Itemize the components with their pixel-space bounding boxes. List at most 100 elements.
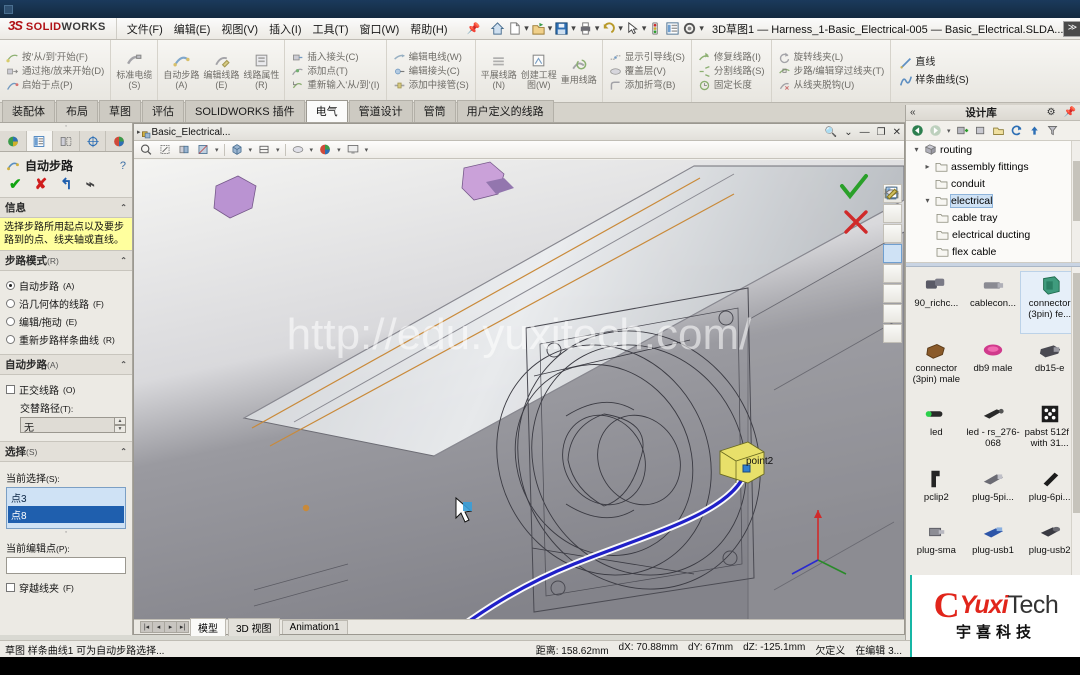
tree-item-cable-tray[interactable]: cable tray (906, 209, 1080, 226)
hide-show-dropdown-icon[interactable]: ▾ (310, 146, 314, 154)
library-item[interactable]: plug-usb2 (1021, 519, 1078, 569)
twisty-icon[interactable]: ▸ (923, 162, 932, 171)
tree-item-electrical-ducting[interactable]: electrical ducting (906, 226, 1080, 243)
ribbon-item-add-bend[interactable]: 添加折弯(B) (609, 79, 685, 92)
menu-item-file[interactable]: 文件(F) (127, 21, 163, 37)
feature-manager-tab[interactable] (0, 131, 27, 151)
property-manager-tab[interactable] (26, 131, 54, 151)
ribbon-item-rotate-clip[interactable]: 旋转线夹(L) (778, 51, 885, 64)
ribbon-item-edit-wire[interactable]: 编辑电线(W) (393, 51, 469, 64)
checkbox-orthogonal-route[interactable]: 正交线路 (O) (6, 382, 126, 397)
display-style-dropdown-icon[interactable]: ▾ (276, 146, 280, 154)
ribbon-item-line[interactable]: 直线 (899, 56, 968, 69)
tab-solidworks-addins[interactable]: SOLIDWORKS 插件 (185, 100, 305, 122)
filter-icon[interactable] (1046, 124, 1059, 137)
gear-icon[interactable]: ⚙ (1043, 107, 1060, 118)
ribbon-item-auto-route[interactable]: 自动步路(A) (161, 42, 201, 100)
search-scope-icon[interactable]: ≫ (1064, 21, 1080, 36)
list-item[interactable]: 点3 (8, 489, 124, 506)
sheet-nav-buttons[interactable]: |◂ ◂ ▸ ▸| (140, 621, 189, 633)
dimxpert-manager-tab[interactable] (80, 131, 107, 151)
ribbon-item-reuse-route[interactable]: 重用线路 (559, 42, 599, 100)
appearance-icon[interactable] (318, 143, 332, 156)
alternate-path-value[interactable]: 无 (20, 417, 115, 434)
stepper-down-icon[interactable]: ▼ (115, 425, 126, 433)
collapse-icon[interactable]: « (906, 107, 920, 118)
last-sheet-icon[interactable]: ▸| (176, 621, 189, 633)
menu-item-insert[interactable]: 插入(I) (269, 21, 301, 37)
viewport-icon[interactable] (346, 143, 360, 156)
cancel-button[interactable]: ✘ (35, 177, 48, 192)
current-edit-point-field[interactable] (6, 557, 126, 574)
appearance-dropdown-icon[interactable]: ▾ (337, 146, 341, 154)
section-dropdown-icon[interactable]: ▾ (215, 146, 219, 154)
ribbon-item-repair-route[interactable]: 修复线路(I) (698, 51, 765, 64)
sheet-tab-model[interactable]: 模型 (190, 618, 226, 636)
sheet-tab-animation1[interactable]: Animation1 (281, 620, 348, 634)
print-dropdown-icon[interactable]: ▾ (595, 23, 600, 34)
ribbon-item-show-guideline[interactable]: 显示引导线(S) (609, 51, 685, 64)
undo-icon[interactable] (601, 21, 616, 36)
section-header-info[interactable]: 信息 ⌃ (0, 197, 132, 218)
library-item[interactable]: connector (3pin) fe... (1020, 271, 1079, 334)
library-item[interactable]: plug-5pi... (965, 466, 1022, 516)
select-dropdown-icon[interactable]: ▾ (642, 23, 647, 34)
tab-assembly[interactable]: 装配体 (2, 100, 55, 122)
ribbon-item-edit-route[interactable]: 编辑线路(E) (201, 42, 241, 100)
restore-icon[interactable]: ❐ (877, 127, 886, 138)
ribbon-item-add-point[interactable]: 添加点(T) (291, 65, 379, 78)
tab-layout[interactable]: 布局 (56, 100, 98, 122)
ribbon-item-start-from-to[interactable]: 按'从/到'开始(F) (6, 51, 104, 64)
ribbon-item-start-at-point[interactable]: 启始于点(P) (6, 79, 104, 92)
ribbon-item-start-by-drag-drop[interactable]: 通过拖/放来开始(D) (6, 65, 104, 78)
section-view-icon[interactable] (196, 143, 210, 156)
library-item[interactable]: db15-e (1021, 337, 1078, 398)
selection-list[interactable]: 点3 点8 (6, 487, 126, 529)
hide-icon[interactable] (883, 189, 902, 323)
tab-user-defined-routes[interactable]: 用户定义的线路 (456, 100, 554, 122)
display-manager-icon[interactable] (883, 186, 902, 303)
search-commands[interactable]: ≫ 🔍 ▾ (1063, 20, 1080, 37)
tree-scrollbar[interactable] (1071, 141, 1080, 262)
section-header-route-mode[interactable]: 步路模式 (R) ⌃ (0, 250, 132, 271)
minimize-icon[interactable]: — (860, 127, 870, 138)
new-document-icon[interactable] (507, 21, 522, 36)
zoom-to-fit-icon[interactable] (139, 143, 153, 156)
ribbon-item-covering[interactable]: 覆盖层(V) (609, 65, 685, 78)
library-item[interactable]: led - rs_276-068 (965, 401, 1022, 462)
previous-view-icon[interactable] (177, 143, 191, 156)
library-item[interactable]: cablecon... (965, 272, 1022, 333)
stepper-up-icon[interactable]: ▲ (115, 417, 126, 425)
add-file-location-icon[interactable] (956, 124, 969, 137)
ok-button[interactable]: ✔ (9, 177, 22, 192)
new-document-dropdown-icon[interactable]: ▾ (524, 23, 529, 34)
up-icon[interactable] (1028, 124, 1041, 137)
tree-item-assembly-fittings[interactable]: ▸ assembly fittings (906, 158, 1080, 175)
library-item[interactable]: pclip2 (908, 466, 965, 516)
document-tree-root[interactable]: Basic_Electrical... (152, 127, 231, 138)
library-item[interactable]: led (908, 401, 965, 462)
library-item[interactable]: 90_richc... (908, 272, 965, 333)
display-manager-tab[interactable] (106, 131, 132, 151)
radio-edit-drag[interactable]: 编辑/拖动 (E) (6, 314, 126, 329)
library-item[interactable]: db9 male (965, 337, 1022, 398)
forward-icon[interactable] (929, 124, 942, 137)
refresh-icon[interactable] (1010, 124, 1023, 137)
options-list-icon[interactable] (665, 21, 680, 36)
library-item[interactable]: plug-sma (908, 519, 965, 569)
list-resize-handle[interactable]: ◦ (6, 529, 126, 536)
pin-button[interactable]: ⌁ (86, 177, 95, 192)
tree-item-routing[interactable]: ▾ routing (906, 141, 1080, 158)
folder-icon[interactable] (883, 188, 902, 243)
ribbon-item-standard-cable[interactable]: 标准电缆(S) (114, 42, 154, 100)
library-item[interactable]: connector (3pin) male (908, 337, 965, 398)
gear-icon[interactable] (682, 21, 697, 36)
help-icon[interactable]: ? (120, 160, 126, 172)
ribbon-item-add-splice[interactable]: 添加中接管(S) (393, 79, 469, 92)
display-style-icon[interactable] (257, 143, 271, 156)
ribbon-item-spline[interactable]: 样条曲线(S) (899, 74, 969, 87)
filter-icon[interactable]: ⌄ (844, 127, 852, 138)
ribbon-item-edit-connector[interactable]: 编辑接头(C) (393, 65, 469, 78)
configuration-manager-tab[interactable] (53, 131, 80, 151)
appearance-icon[interactable] (883, 186, 902, 223)
